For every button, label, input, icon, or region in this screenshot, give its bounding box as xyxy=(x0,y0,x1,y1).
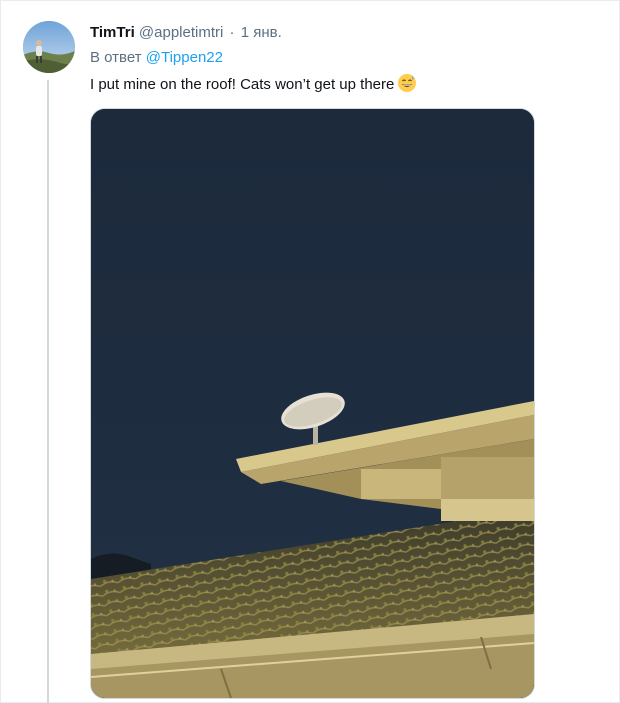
tweet-text-content: I put mine on the roof! Cats won’t get u… xyxy=(90,76,395,93)
display-name[interactable]: TimTri xyxy=(90,24,135,41)
tweet-header: TimTri @appletimtri · 1 янв. xyxy=(90,22,282,44)
thread-line xyxy=(47,80,49,703)
grinning-sweat-emoji xyxy=(397,73,417,100)
separator: · xyxy=(229,24,235,41)
handle[interactable]: @appletimtri xyxy=(139,24,223,41)
reply-context: В ответ @Tippen22 xyxy=(90,47,223,69)
tweet-date[interactable]: 1 янв. xyxy=(241,24,282,41)
reply-mention-link[interactable]: @Tippen22 xyxy=(146,49,223,66)
avatar[interactable] xyxy=(23,21,75,73)
tweet-photo[interactable] xyxy=(90,108,535,699)
reply-prefix: В ответ xyxy=(90,49,142,66)
tweet-text: I put mine on the roof! Cats won’t get u… xyxy=(90,73,417,95)
